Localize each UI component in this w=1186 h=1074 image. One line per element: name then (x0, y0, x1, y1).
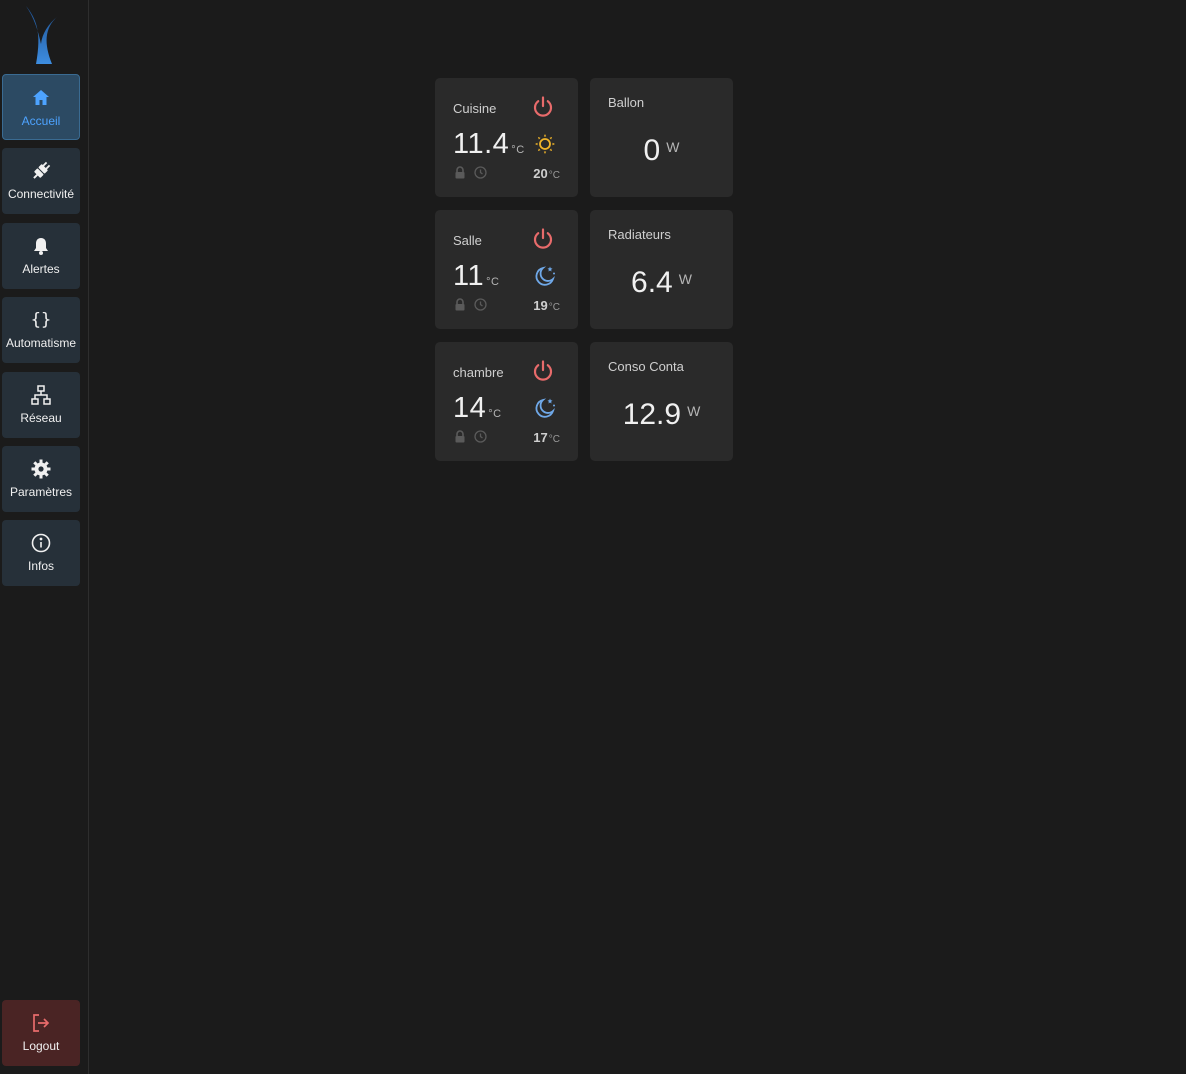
home-icon (30, 87, 52, 109)
thermostat-card[interactable]: Cuisine 11.4 °C 20°C (435, 78, 578, 197)
thermostat-card[interactable]: Salle 11 °C 19°C (435, 210, 578, 329)
gear-icon (30, 458, 52, 480)
power-card[interactable]: Radiateurs 6.4 W (590, 210, 733, 329)
power-card[interactable]: Ballon 0W (590, 78, 733, 197)
nav-label: Automatisme (5, 336, 77, 350)
clock-icon (474, 430, 487, 443)
nav-reseau[interactable]: Réseau (2, 372, 80, 438)
power-name: Conso Conta (608, 359, 684, 374)
power-card[interactable]: Conso Conta 12.9 W (590, 342, 733, 461)
nav-infos[interactable]: Infos (2, 520, 80, 586)
current-temperature: 11.4 °C (453, 128, 525, 160)
setpoint-temperature: 17°C (533, 430, 560, 445)
nav-label: Connectivité (7, 187, 75, 201)
sun-icon[interactable] (533, 132, 557, 156)
nav-connectivite[interactable]: Connectivité (2, 148, 80, 214)
info-icon (30, 532, 52, 554)
logout-button[interactable]: Logout (2, 1000, 80, 1066)
status-icons (454, 166, 487, 179)
sidebar: Accueil Connectivité Alertes {} Automati… (0, 0, 89, 1074)
lock-icon (455, 298, 465, 311)
power-icon[interactable] (531, 95, 555, 119)
nav-label: Paramètres (9, 485, 73, 499)
power-value: 0W (643, 134, 680, 167)
setpoint-temperature: 19°C (533, 298, 560, 313)
nav-accueil[interactable]: Accueil (2, 74, 80, 140)
logo-icon (26, 6, 58, 64)
moon-icon[interactable] (533, 264, 557, 288)
power-value: 12.9 W (622, 398, 701, 431)
power-value: 6.4 W (631, 266, 692, 299)
setpoint-temperature: 20°C (533, 166, 560, 181)
plug-icon (30, 160, 52, 182)
nav-alertes[interactable]: Alertes (2, 223, 80, 289)
braces-icon: {} (30, 309, 52, 331)
lock-icon (455, 430, 465, 443)
power-name: Ballon (608, 95, 645, 110)
power-icon[interactable] (531, 359, 555, 383)
lock-icon (455, 166, 465, 179)
logout-label: Logout (22, 1039, 60, 1053)
moon-icon[interactable] (533, 396, 557, 420)
nav-automatisme[interactable]: {} Automatisme (2, 297, 80, 363)
svg-text:{}: {} (31, 310, 51, 330)
nav-label: Infos (27, 559, 54, 573)
clock-icon (474, 166, 487, 179)
logout-icon (30, 1012, 52, 1034)
status-icons (454, 298, 487, 311)
power-icon[interactable] (531, 227, 555, 251)
current-temperature: 14 °C (453, 392, 502, 424)
nav-label: Alertes (22, 262, 60, 276)
nav-parametres[interactable]: Paramètres (2, 446, 80, 512)
power-name: Radiateurs (608, 227, 671, 242)
thermostat-card[interactable]: chambre 14 °C 17°C (435, 342, 578, 461)
thermostat-name: chambre (453, 365, 504, 380)
status-icons (454, 430, 487, 443)
clock-icon (474, 298, 487, 311)
thermostat-name: Salle (453, 233, 482, 248)
thermostat-name: Cuisine (453, 101, 497, 116)
network-icon (30, 384, 52, 406)
bell-icon (30, 235, 52, 257)
nav-label: Réseau (20, 411, 62, 425)
current-temperature: 11 °C (453, 260, 500, 292)
nav-label: Accueil (21, 114, 61, 128)
